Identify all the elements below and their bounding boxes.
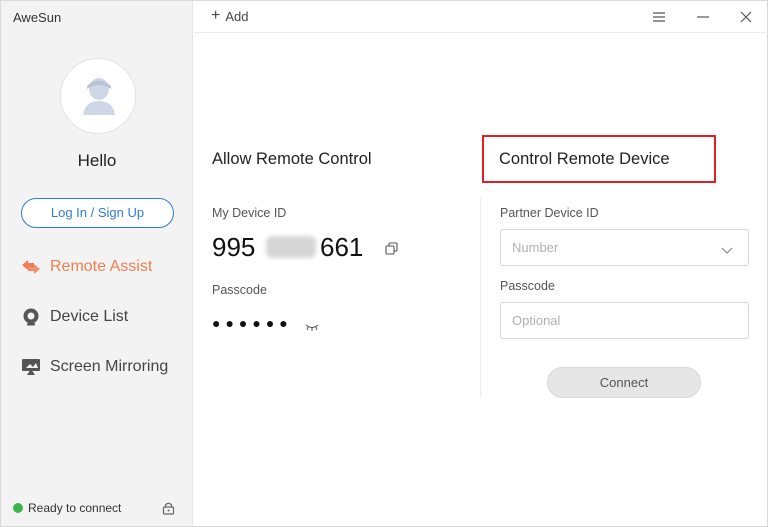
device-id-start: 995 xyxy=(212,232,256,262)
partner-passcode-label: Passcode xyxy=(500,279,555,293)
connect-button[interactable]: Connect xyxy=(547,367,701,398)
avatar[interactable] xyxy=(60,58,136,134)
minimize-icon[interactable] xyxy=(695,9,711,25)
device-list-icon xyxy=(21,307,41,327)
sidebar-item-device-list[interactable]: Device List xyxy=(21,305,128,329)
login-signup-button[interactable]: Log In / Sign Up xyxy=(21,198,174,228)
my-device-id-label: My Device ID xyxy=(212,206,287,220)
screen-mirroring-icon xyxy=(21,357,41,377)
greeting: Hello xyxy=(77,151,117,170)
add-label: Add xyxy=(225,8,249,24)
highlight-box xyxy=(482,135,716,183)
user-avatar-icon xyxy=(83,78,115,115)
lock-icon[interactable] xyxy=(162,501,175,520)
copy-icon[interactable] xyxy=(385,242,398,260)
partner-device-id-input[interactable] xyxy=(500,229,749,266)
allow-remote-control-title: Allow Remote Control xyxy=(212,150,372,168)
sidebar-item-label: Device List xyxy=(50,308,129,325)
status-dot-icon xyxy=(13,503,23,513)
sidebar-item-label: Remote Assist xyxy=(50,258,153,275)
chevron-down-icon[interactable] xyxy=(721,242,733,260)
app-window: AweSun Hello Log In / Sign Up Remote Ass… xyxy=(0,0,768,527)
passcode-masked: ●●●●●● xyxy=(212,315,293,331)
remote-assist-icon xyxy=(21,257,41,277)
section-divider xyxy=(480,197,481,397)
top-bar: + Add xyxy=(194,1,768,33)
device-id-end: 661 xyxy=(320,232,364,262)
close-icon[interactable] xyxy=(738,9,754,25)
sidebar-item-screen-mirroring[interactable]: Screen Mirroring xyxy=(21,355,168,379)
sidebar-item-remote-assist[interactable]: Remote Assist xyxy=(21,255,152,279)
menu-icon[interactable] xyxy=(651,9,667,25)
partner-device-id-label: Partner Device ID xyxy=(500,206,599,220)
status-text: Ready to connect xyxy=(28,501,122,515)
partner-passcode-input[interactable] xyxy=(500,302,749,339)
device-id-redacted xyxy=(266,236,316,258)
show-passcode-icon[interactable] xyxy=(305,319,319,337)
sidebar-item-label: Screen Mirroring xyxy=(50,358,169,375)
passcode-label: Passcode xyxy=(212,283,267,297)
add-button[interactable]: + Add xyxy=(211,8,248,24)
plus-icon: + xyxy=(211,7,221,24)
app-title: AweSun xyxy=(13,10,62,25)
connection-status: Ready to connect xyxy=(13,501,121,515)
sidebar: AweSun Hello Log In / Sign Up Remote Ass… xyxy=(1,1,193,526)
